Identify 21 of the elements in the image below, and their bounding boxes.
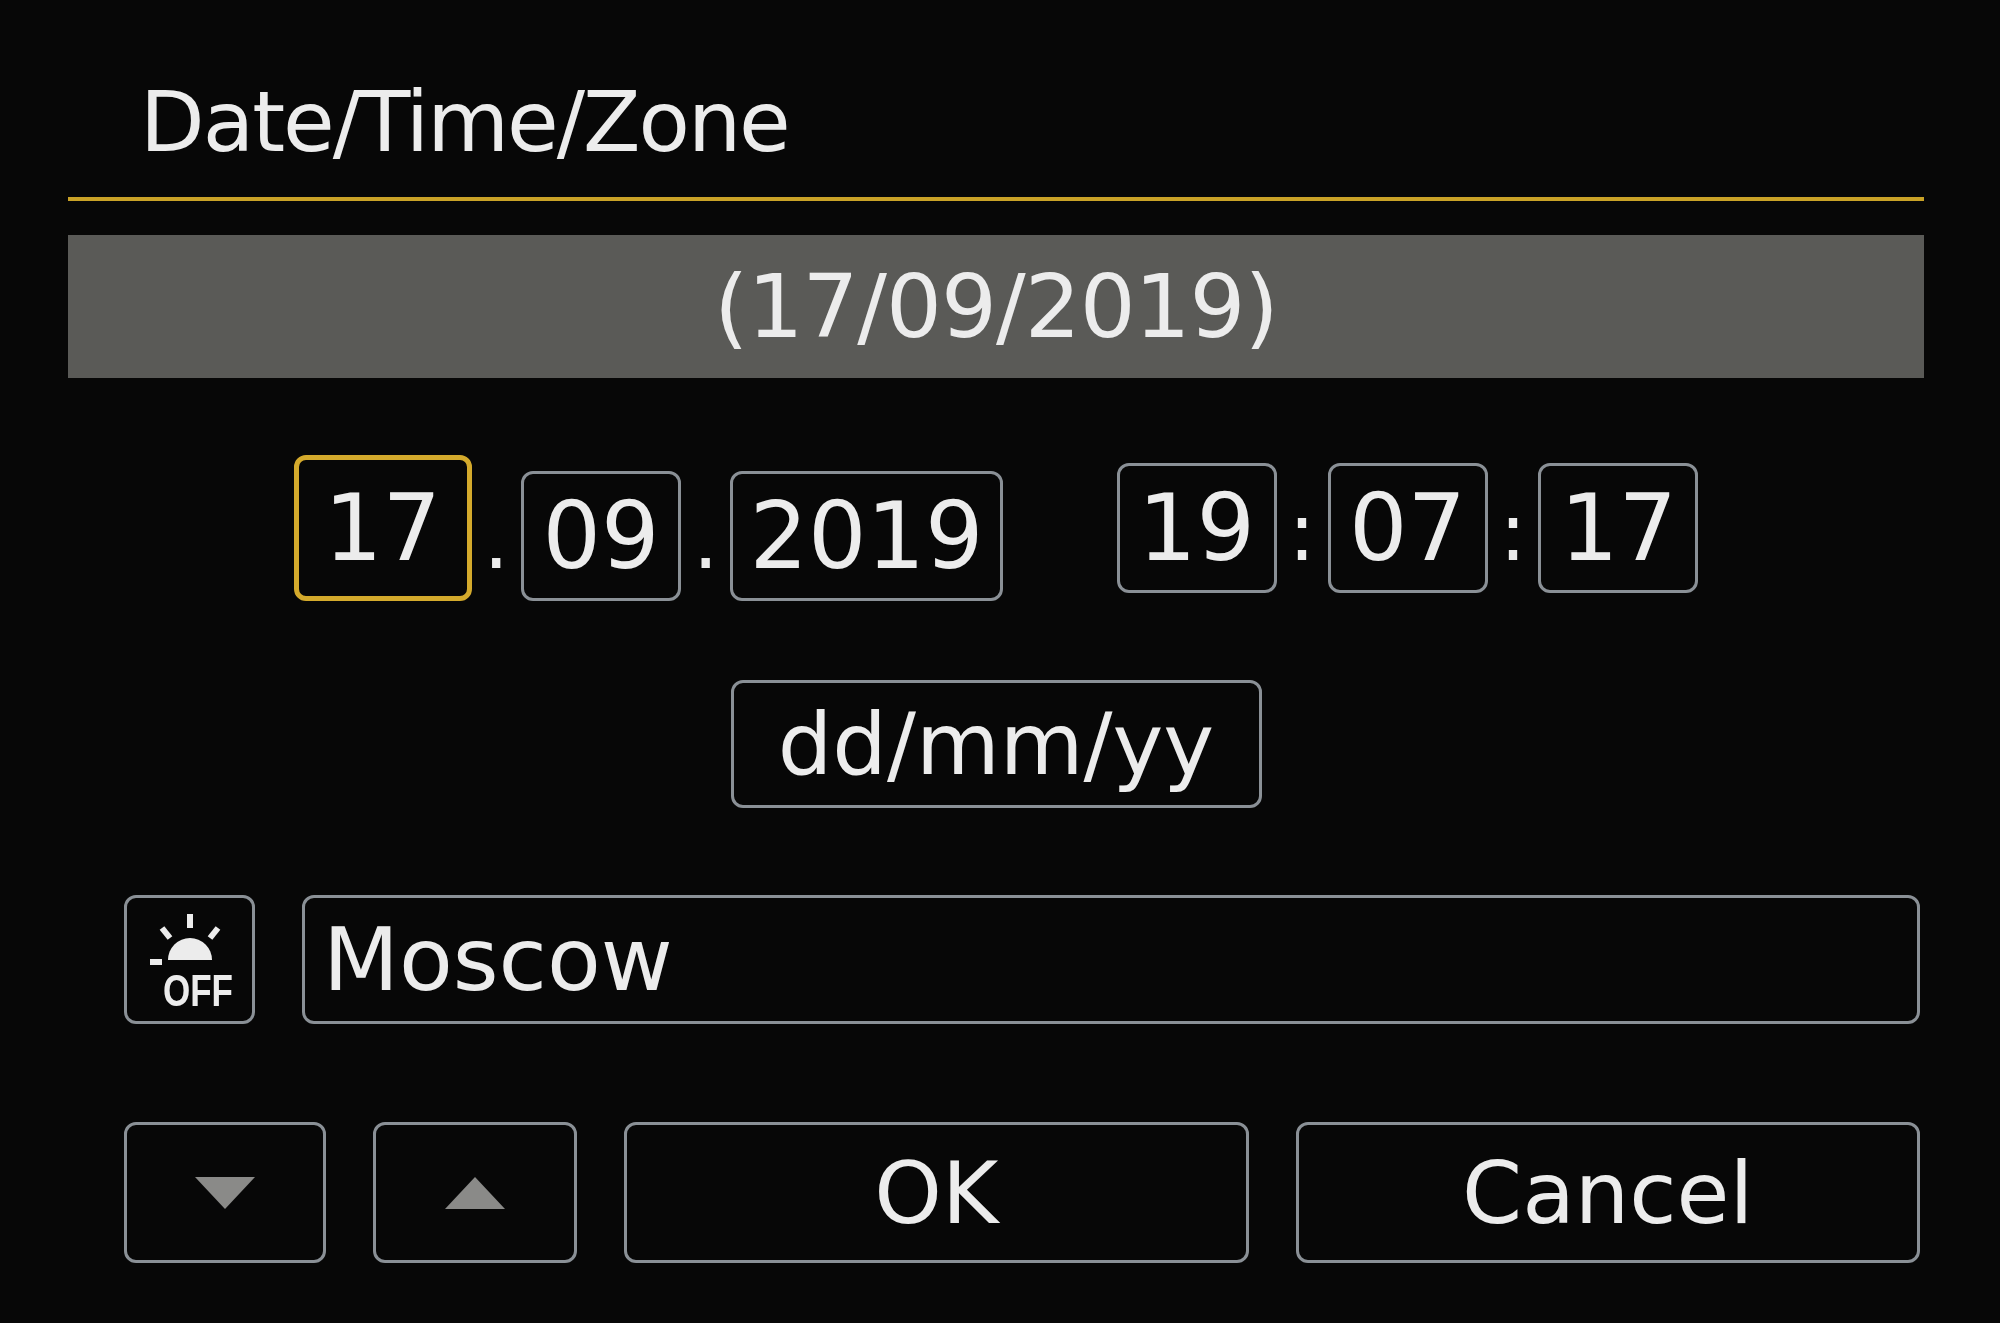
- date-time-field[interactable]: 09: [520, 471, 681, 601]
- separator: .: [483, 501, 509, 589]
- time-zone-field[interactable]: Moscow: [302, 895, 1920, 1024]
- date-time-field[interactable]: 17: [293, 455, 472, 601]
- separator: :: [1288, 493, 1316, 581]
- up-button[interactable]: [373, 1122, 577, 1263]
- up-triangle-icon: [445, 1176, 505, 1209]
- date-time-field[interactable]: 19: [1116, 463, 1277, 593]
- separator: .: [692, 501, 719, 589]
- date-format-button[interactable]: dd/mm/yy: [730, 680, 1262, 808]
- down-button[interactable]: [124, 1122, 326, 1263]
- dialog-button[interactable]: Cancel: [1295, 1122, 1920, 1263]
- separator: :: [1499, 493, 1527, 581]
- screen-title: Date/Time/Zone: [139, 72, 790, 173]
- down-triangle-icon: [195, 1176, 255, 1209]
- dialog-button[interactable]: OK: [624, 1122, 1249, 1263]
- daylight-saving-button[interactable]: OFF: [124, 895, 255, 1024]
- date-time-field[interactable]: 2019: [730, 471, 1003, 601]
- date-time-field[interactable]: 07: [1327, 463, 1488, 593]
- date-summary: (17/09/2019): [68, 235, 1924, 378]
- date-time-field[interactable]: 17: [1538, 463, 1699, 593]
